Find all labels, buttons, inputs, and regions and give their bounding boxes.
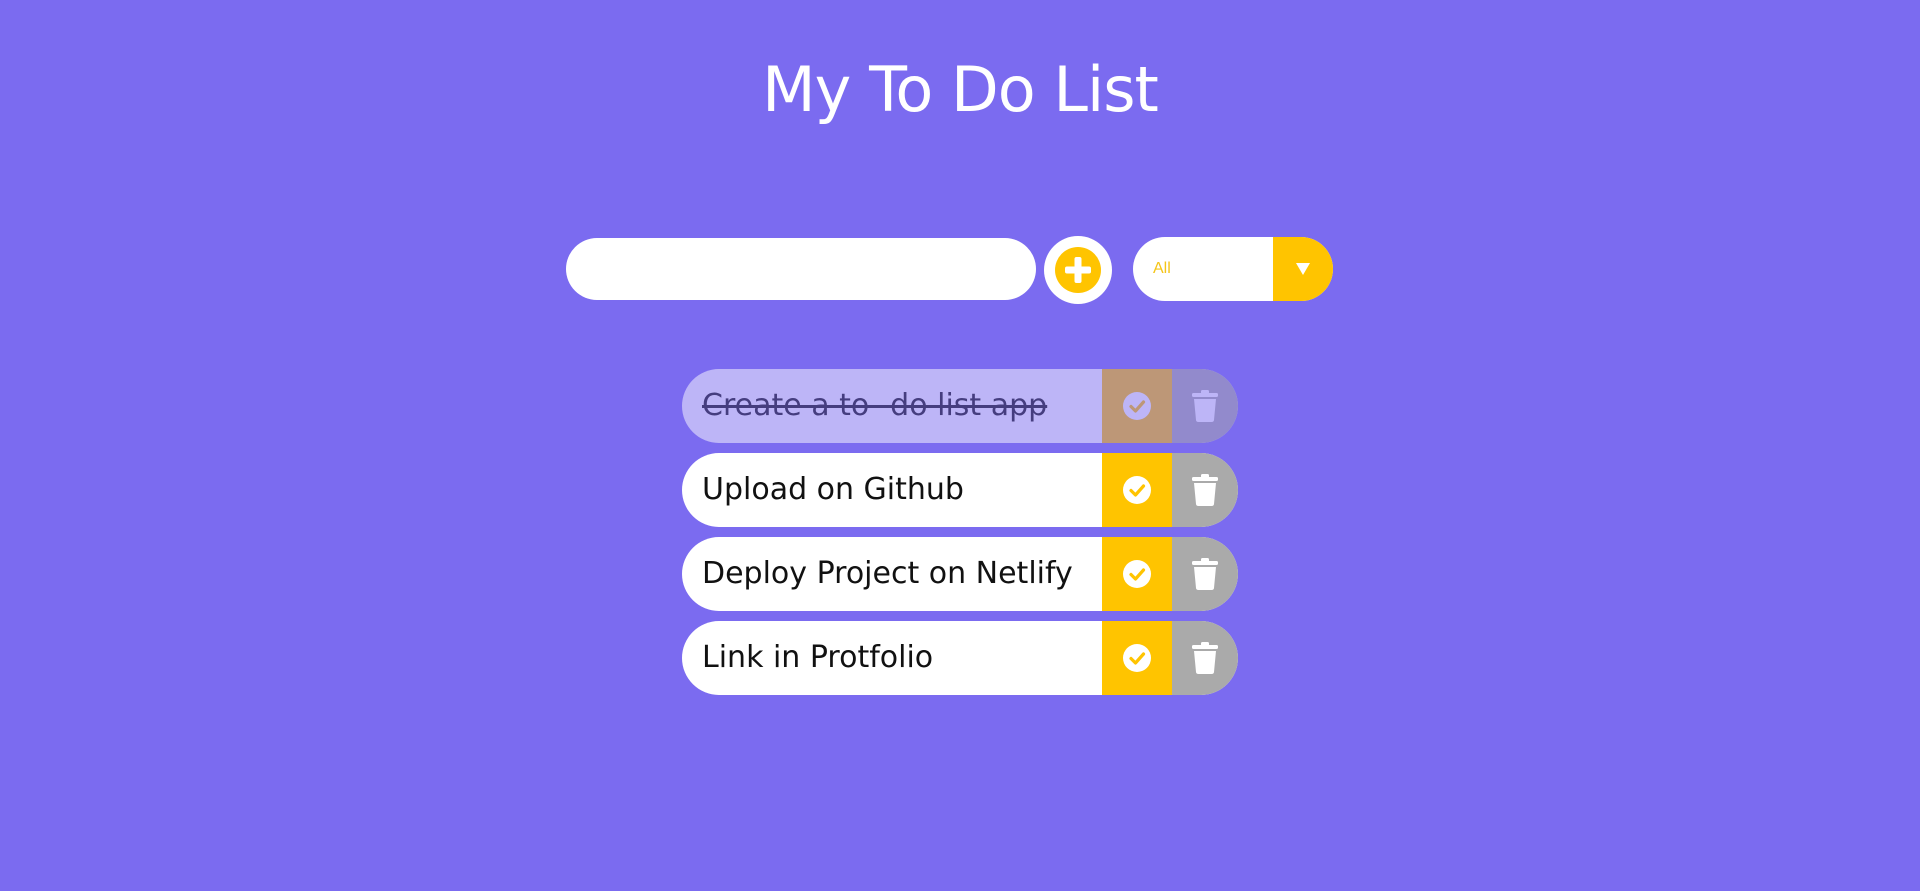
delete-button[interactable] — [1172, 453, 1238, 527]
check-circle-icon — [1123, 392, 1151, 420]
check-circle-icon — [1123, 476, 1151, 504]
todo-item: Deploy Project on Netlify — [682, 537, 1238, 611]
todo-input[interactable] — [566, 238, 1036, 300]
trash-icon — [1192, 474, 1218, 506]
todo-item: Create a to- do list app — [682, 369, 1238, 443]
delete-button[interactable] — [1172, 621, 1238, 695]
todo-text: Create a to- do list app — [702, 388, 1048, 423]
filter-select[interactable]: All — [1133, 237, 1333, 301]
todo-item: Link in Protfolio — [682, 621, 1238, 695]
todo-text: Deploy Project on Netlify — [702, 556, 1073, 591]
complete-button[interactable] — [1102, 621, 1172, 695]
complete-button[interactable] — [1102, 453, 1172, 527]
check-circle-icon — [1123, 560, 1151, 588]
trash-icon — [1192, 642, 1218, 674]
delete-button[interactable] — [1172, 369, 1238, 443]
todo-text: Upload on Github — [702, 472, 964, 507]
complete-button[interactable] — [1102, 369, 1172, 443]
filter-dropdown-button[interactable] — [1273, 237, 1333, 301]
plus-circle-icon — [1055, 247, 1101, 293]
page-title: My To Do List — [762, 53, 1159, 126]
todo-text: Link in Protfolio — [702, 640, 934, 675]
todo-item: Upload on Github — [682, 453, 1238, 527]
delete-button[interactable] — [1172, 537, 1238, 611]
todo-list: Create a to- do list app Upload on Githu… — [682, 369, 1238, 705]
complete-button[interactable] — [1102, 537, 1172, 611]
filter-selected-value: All — [1153, 260, 1171, 277]
caret-down-icon — [1295, 262, 1311, 276]
trash-icon — [1192, 390, 1218, 422]
add-todo-button[interactable] — [1044, 236, 1112, 304]
check-circle-icon — [1123, 644, 1151, 672]
trash-icon — [1192, 558, 1218, 590]
